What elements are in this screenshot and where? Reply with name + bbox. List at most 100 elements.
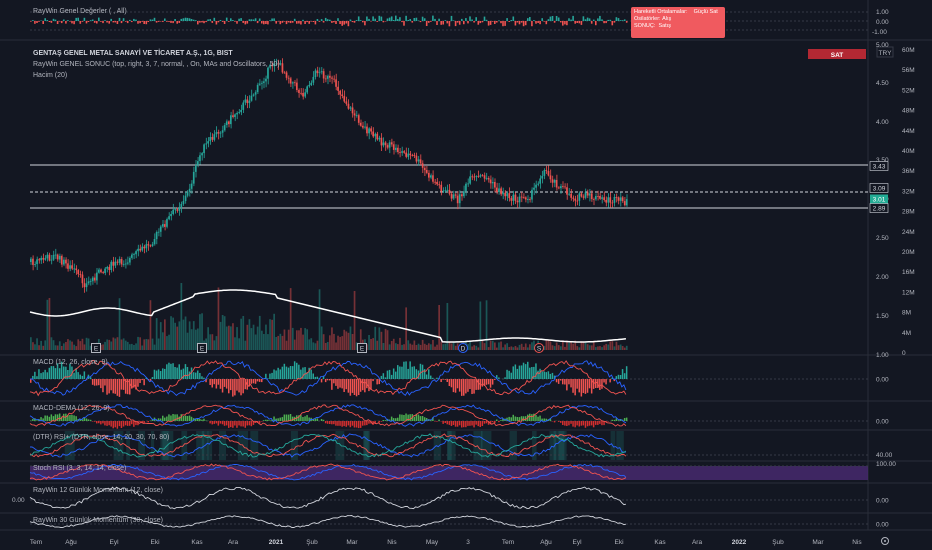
histogram-bar xyxy=(619,375,622,379)
volume-bar xyxy=(112,337,115,350)
histogram-bar xyxy=(335,379,337,386)
chart-workspace[interactable]: RayWin Genel Değerler ( , All) 1.00 0.00… xyxy=(0,0,932,550)
indicator-pane-4[interactable]: Stoch RSI (3, 3, 14, 14, close) 100.00 xyxy=(29,461,896,481)
indicator-tick: 0.00 xyxy=(876,419,889,426)
candle-body xyxy=(623,201,626,206)
top-indicator-bar xyxy=(483,16,486,21)
volume-bar xyxy=(401,344,403,350)
volume-bar xyxy=(520,343,523,350)
candle-body xyxy=(625,199,628,206)
candle-body xyxy=(48,254,51,261)
candle-body xyxy=(611,202,614,204)
candle-body xyxy=(376,133,379,140)
histogram-bar xyxy=(625,366,628,379)
histogram-bar xyxy=(475,421,477,425)
top-indicator-bar xyxy=(203,21,205,24)
volume-bar xyxy=(341,336,344,350)
candle-body xyxy=(341,94,344,96)
price-tick: 2.50 xyxy=(876,235,889,242)
volume-bar xyxy=(215,336,218,350)
top-indicator-bar xyxy=(605,21,607,24)
top-indicator-bar xyxy=(599,15,601,21)
histogram-bar xyxy=(186,416,189,421)
volume-bar xyxy=(69,340,71,350)
top-indicator-bar xyxy=(256,21,259,24)
rsi-zone xyxy=(363,431,369,460)
histogram-bar xyxy=(89,419,92,421)
indicator-pane-1[interactable]: MACD (12, 26, close, 9) 0.00 xyxy=(29,359,889,397)
axis-settings-icon[interactable] xyxy=(881,537,889,545)
histogram-bar xyxy=(244,421,246,428)
histogram-bar xyxy=(56,414,59,421)
volume-bar xyxy=(87,338,90,350)
histogram-bar xyxy=(442,421,444,424)
volume-bar xyxy=(425,344,428,350)
histogram-bar xyxy=(382,420,385,421)
indicator-pane-2[interactable]: MACD-DEMA (12, 26, 9) 0.00 xyxy=(29,404,889,429)
top-indicator-bar xyxy=(557,17,560,21)
top-indicator-pane[interactable]: RayWin Genel Değerler ( , All) 1.00 0.00… xyxy=(30,8,889,36)
top-indicator-bar xyxy=(293,18,296,21)
volume-bar xyxy=(498,342,500,350)
top-indicator-bar xyxy=(541,18,543,21)
histogram-bar xyxy=(67,370,69,379)
candle-body xyxy=(162,224,164,227)
histogram-bar xyxy=(364,379,366,393)
candle-body xyxy=(96,272,98,281)
top-indicator-bar xyxy=(339,21,341,24)
top-indicator-bar xyxy=(195,20,197,21)
candle-body xyxy=(324,78,327,80)
top-indicator-bar xyxy=(79,21,82,24)
volume-bar xyxy=(118,298,121,350)
time-tick: Ağu xyxy=(540,539,552,546)
top-indicator-bar xyxy=(279,21,282,25)
histogram-bar xyxy=(324,379,327,383)
chart-canvas[interactable]: RayWin Genel Değerler ( , All) 1.00 0.00… xyxy=(0,0,932,550)
volume-bar xyxy=(310,338,313,350)
histogram-bar xyxy=(411,366,413,379)
candle-body xyxy=(603,197,605,200)
volume-bar xyxy=(419,344,422,350)
candle-body xyxy=(217,132,220,134)
top-indicator-bar xyxy=(225,17,228,21)
top-indicator-bar xyxy=(491,21,494,22)
histogram-bar xyxy=(250,421,253,427)
candle-body xyxy=(568,193,570,195)
indicator-pane-3[interactable]: (DTR) RSI+ (DTR, close, 14, 20, 30, 70, … xyxy=(29,431,893,460)
top-indicator-bar xyxy=(335,21,337,24)
indicator-pane-5[interactable]: RayWin 12 Günlük Momentum (12, close) 0.0… xyxy=(29,486,889,510)
candle-body xyxy=(463,191,465,197)
candle-body xyxy=(590,193,593,199)
candle-body xyxy=(388,142,391,148)
histogram-bar xyxy=(73,415,75,421)
volume-bar xyxy=(147,339,150,350)
histogram-bar xyxy=(461,421,463,428)
top-indicator-bar xyxy=(522,21,525,27)
volume-bar xyxy=(73,344,75,350)
candle-body xyxy=(180,204,183,208)
volume-bar xyxy=(44,340,47,350)
histogram-bar xyxy=(36,376,38,379)
volume-bar xyxy=(395,343,397,350)
time-axis[interactable]: Tem Ağu Eyl Eki Kas Ara 2021 Şub Mar Nis May 3 Tem Ağ… xyxy=(30,539,863,546)
candle-body xyxy=(164,224,166,227)
histogram-bar xyxy=(322,419,325,421)
volume-bar xyxy=(225,326,228,350)
volume-bar xyxy=(143,339,146,350)
candle-body xyxy=(465,183,467,192)
top-indicator-bar xyxy=(337,18,339,21)
volume-bar xyxy=(261,330,263,350)
main-price-pane[interactable]: GENTAŞ GENEL METAL SANAYİ VE TİCARET A.Ş… xyxy=(29,42,915,359)
candle-body xyxy=(384,142,387,146)
candle-body xyxy=(454,194,457,196)
candle-body xyxy=(498,188,500,192)
histogram-bar xyxy=(137,379,139,387)
histogram-bar xyxy=(520,365,523,379)
histogram-bar xyxy=(625,417,628,421)
histogram-bar xyxy=(131,379,133,389)
volume-bar xyxy=(403,344,405,350)
histogram-bar xyxy=(442,379,444,380)
histogram-bar xyxy=(242,379,244,394)
indicator-pane-6[interactable]: RayWin 30 Günlük Momentum (30, close) 0.0… xyxy=(29,515,889,529)
histogram-bar xyxy=(510,372,512,379)
